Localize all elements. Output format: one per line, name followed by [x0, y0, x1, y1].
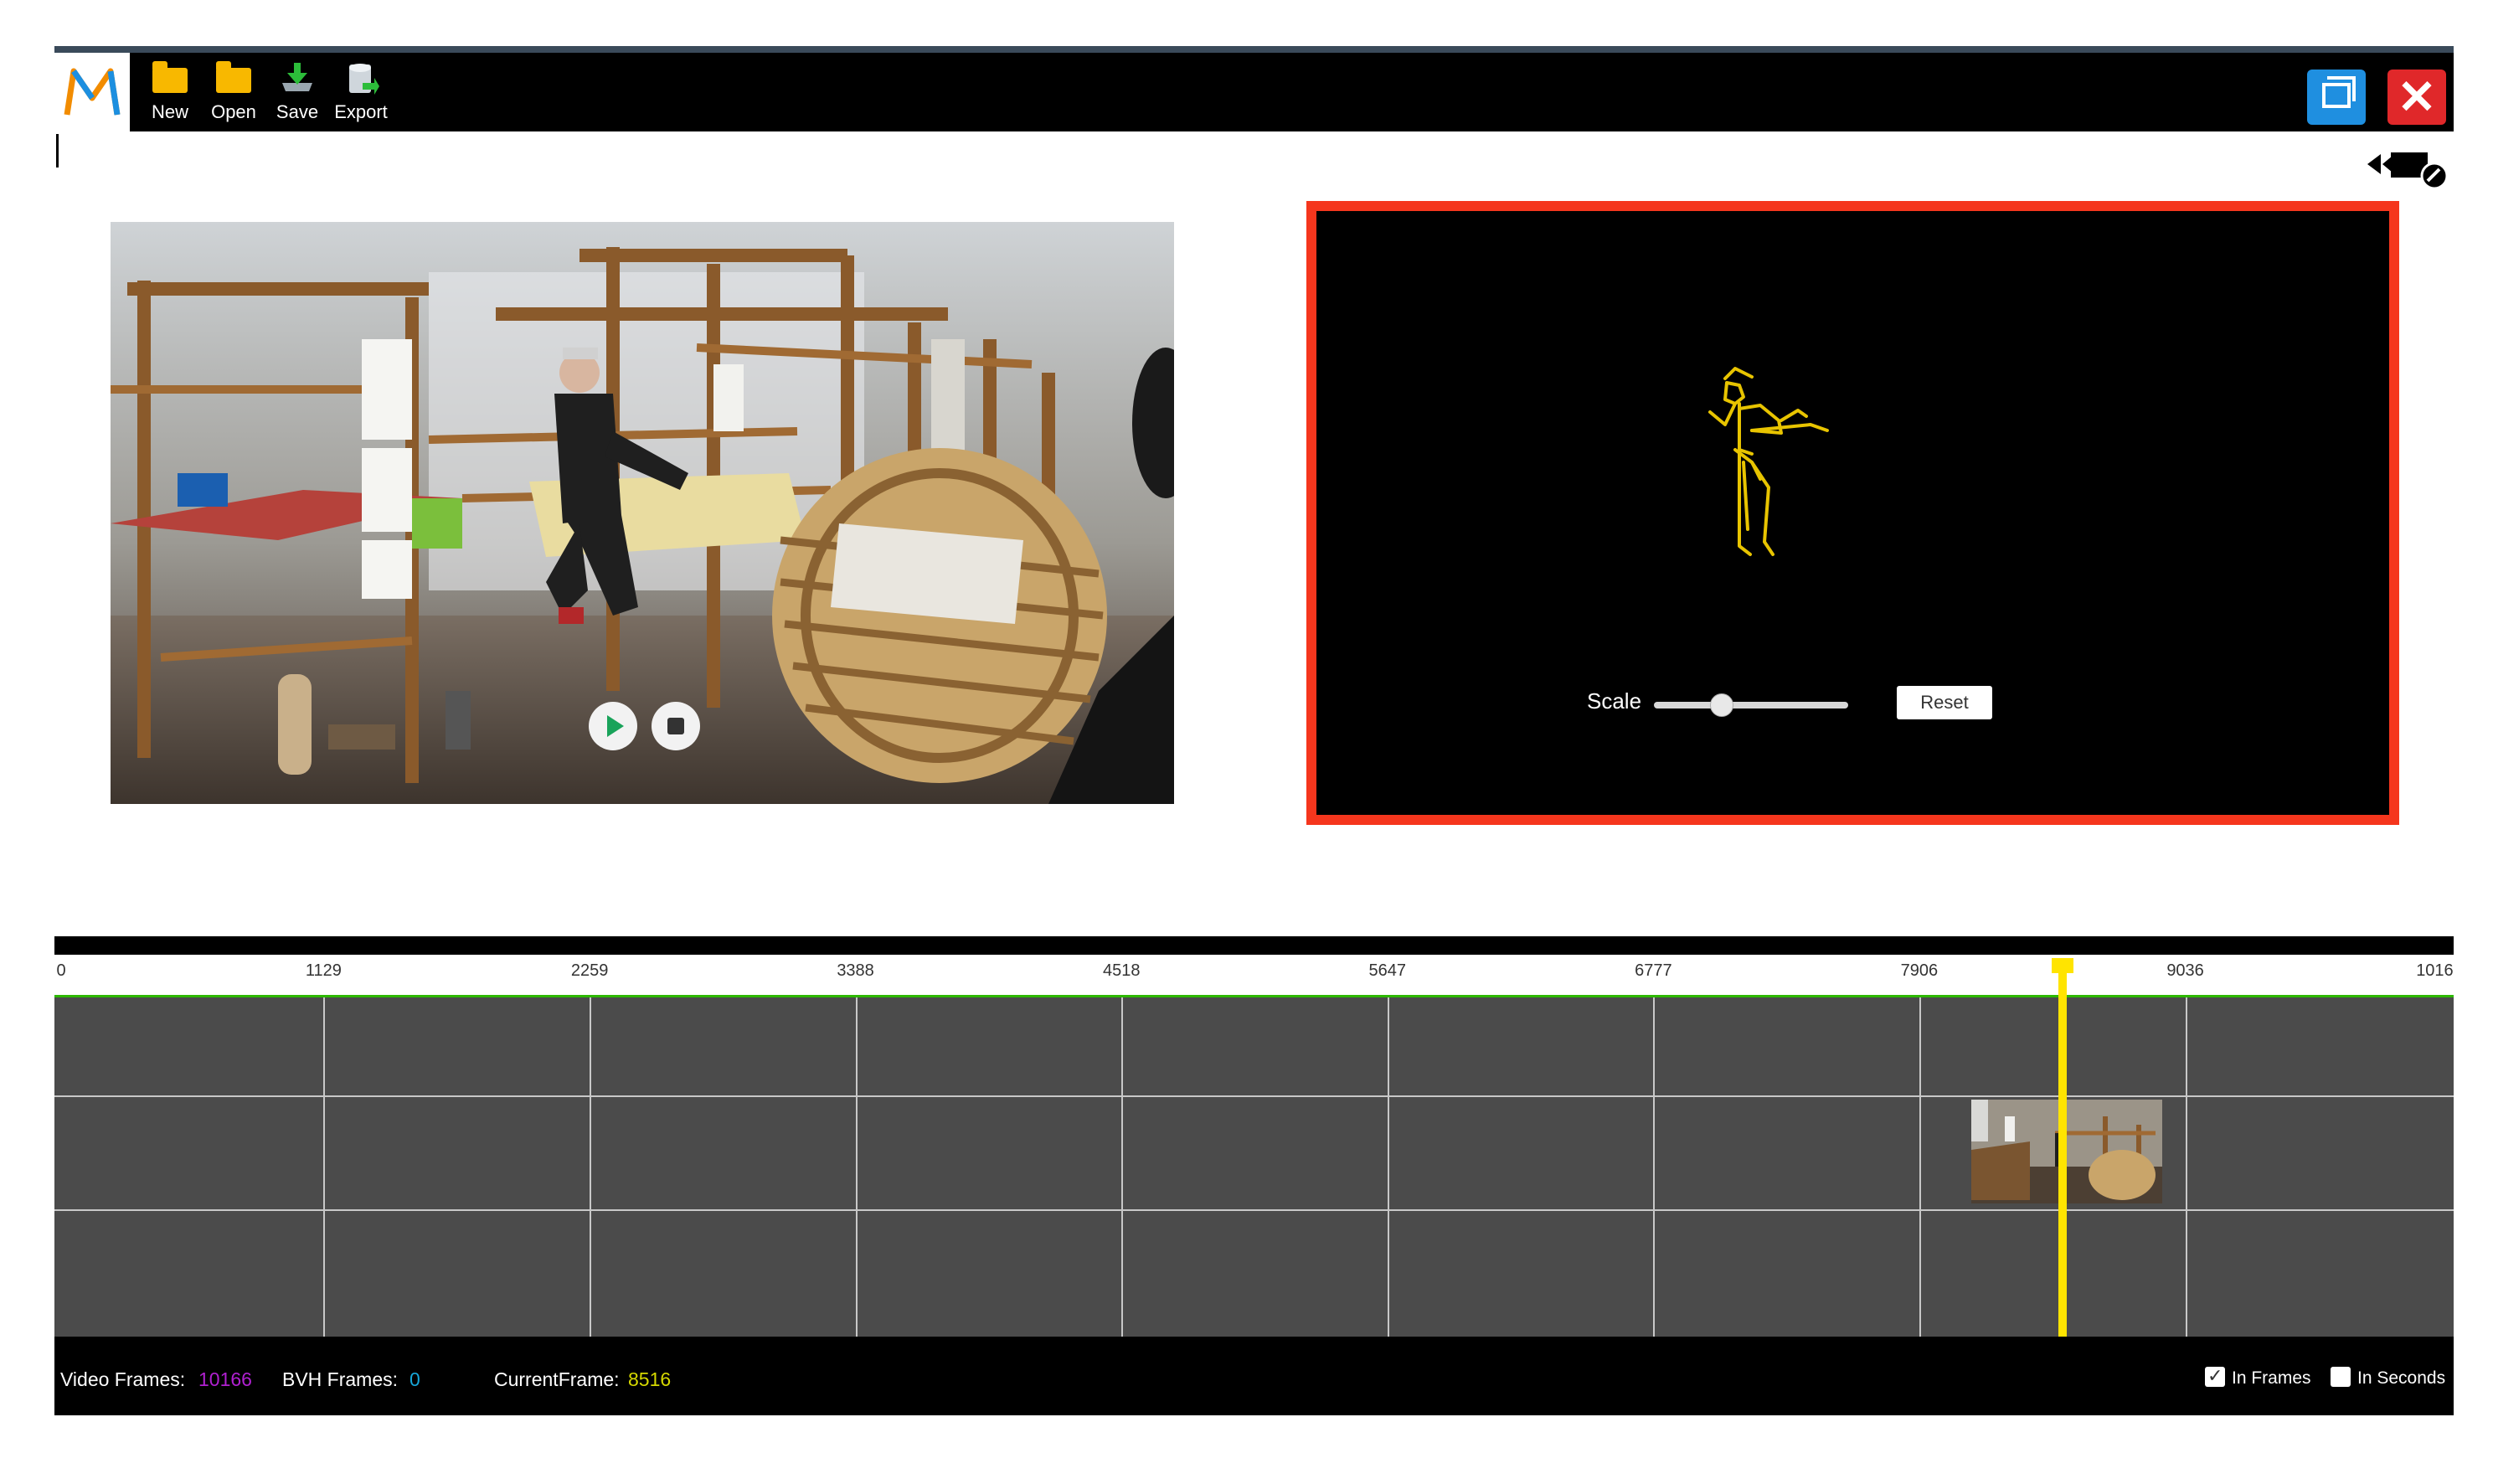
timeline-tick-label: 1129 — [305, 961, 342, 980]
timeline-gridline — [855, 995, 858, 1337]
timeline-gridline — [1387, 995, 1389, 1337]
video-frames-label: Video Frames: — [60, 1368, 186, 1390]
track-divider — [54, 1209, 2454, 1211]
timeline-ruler[interactable] — [54, 955, 2454, 995]
timeline-tick-label: 9036 — [2166, 961, 2204, 980]
close-button[interactable]: ✕ — [2387, 70, 2446, 125]
checkmark-icon: ✓ — [2207, 1365, 2223, 1386]
timeline-tick-label: 0 — [56, 961, 66, 980]
scale-slider-thumb[interactable] — [1710, 693, 1734, 717]
video-frames-value: 10166 — [198, 1368, 252, 1390]
app-logo — [54, 53, 130, 131]
maximize-button[interactable] — [2307, 70, 2366, 125]
playhead[interactable] — [2058, 961, 2068, 1337]
maximize-icon — [2322, 76, 2356, 108]
export-button-label: Export — [334, 101, 388, 122]
folder-icon — [152, 61, 188, 93]
timeline-gridline — [1121, 995, 1124, 1337]
export-button[interactable]: Export — [329, 58, 393, 128]
timeline-tick-label: 3388 — [837, 961, 874, 980]
open-button-label: Open — [211, 101, 256, 122]
close-icon: ✕ — [2397, 70, 2437, 123]
timeline-tick-label: 5647 — [1368, 961, 1406, 980]
timeline-track-line — [54, 995, 2454, 997]
folder-open-icon — [216, 61, 251, 93]
timeline-tick-label: 2259 — [570, 961, 609, 980]
in-frames-checkbox[interactable]: ✓ — [2205, 1365, 2225, 1387]
timeline[interactable]: 0 1129 2259 3388 4518 5647 6777 7906 9036 10165 — [54, 936, 2454, 1337]
track-divider — [54, 1095, 2454, 1097]
new-button-label: New — [151, 101, 188, 122]
scale-slider[interactable] — [1654, 693, 1848, 717]
toolbar: New Open Save Export ✕ — [54, 53, 2454, 131]
status-bar: Video Frames: 10166 BVH Frames: 0 Curren… — [54, 1337, 2454, 1415]
save-button-label: Save — [276, 101, 319, 122]
in-seconds-label: In Seconds — [2357, 1368, 2446, 1388]
bvh-frames-value: 0 — [409, 1368, 420, 1390]
save-icon — [279, 61, 316, 99]
timeline-gridline — [1919, 995, 1921, 1337]
text-cursor — [56, 134, 59, 167]
in-frames-label: In Frames — [2232, 1368, 2311, 1388]
in-seconds-checkbox[interactable] — [2331, 1367, 2351, 1387]
play-button[interactable] — [589, 702, 637, 750]
current-frame-value: 8516 — [628, 1368, 672, 1390]
camera-icon[interactable] — [2366, 142, 2449, 193]
scale-label: Scale — [1587, 688, 1642, 714]
timeline-tick-label: 4518 — [1103, 961, 1141, 980]
new-button[interactable]: New — [138, 58, 202, 128]
current-frame-label: CurrentFrame: — [494, 1368, 620, 1390]
playhead-handle[interactable] — [2052, 958, 2074, 973]
timeline-tick-label: 7906 — [1900, 961, 1939, 980]
open-button[interactable]: Open — [202, 58, 265, 128]
timeline-tick-label: 10165 — [2416, 961, 2454, 980]
reset-button[interactable]: Reset — [1897, 686, 1992, 719]
skeleton-figure — [1708, 367, 1829, 556]
timeline-header-bar — [54, 936, 2454, 955]
window-top-border — [54, 46, 2454, 53]
stop-button[interactable] — [652, 702, 700, 750]
timeline-gridline — [2185, 995, 2187, 1337]
save-button[interactable]: Save — [265, 58, 329, 128]
timeline-gridline — [1653, 995, 1656, 1337]
video-frame-image — [111, 222, 1174, 804]
skeleton-viewer[interactable] — [1306, 201, 2399, 825]
video-player[interactable] — [111, 222, 1174, 804]
export-icon — [343, 61, 379, 100]
timeline-tick-label: 6777 — [1635, 961, 1672, 980]
timeline-gridline — [590, 995, 592, 1337]
timeline-gridline — [323, 995, 326, 1337]
bvh-frames-label: BVH Frames: — [282, 1368, 399, 1390]
